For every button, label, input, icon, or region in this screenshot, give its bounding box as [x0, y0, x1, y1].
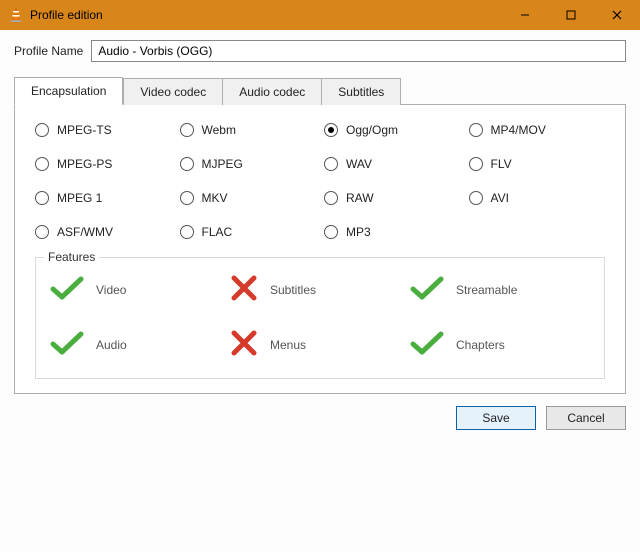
radio-label: MPEG 1 [57, 191, 102, 205]
vlc-cone-icon [8, 7, 24, 23]
radio-label: MPEG-PS [57, 157, 112, 171]
feature-label: Streamable [456, 283, 517, 297]
radio-label: MP3 [346, 225, 371, 239]
radio-mpeg-ts[interactable]: MPEG-TS [35, 123, 172, 137]
radio-circle-icon [35, 157, 49, 171]
radio-label: FLAC [202, 225, 233, 239]
radio-webm[interactable]: Webm [180, 123, 317, 137]
radio-avi[interactable]: AVI [469, 191, 606, 205]
minimize-button[interactable] [502, 0, 548, 30]
feature-label: Video [96, 283, 126, 297]
radio-flac[interactable]: FLAC [180, 225, 317, 239]
titlebar: Profile edition [0, 0, 640, 30]
tab-strip: EncapsulationVideo codecAudio codecSubti… [14, 76, 626, 104]
tab-video-codec[interactable]: Video codec [123, 78, 222, 105]
feature-chapters: Chapters [410, 329, 590, 360]
profile-name-input[interactable] [91, 40, 626, 62]
radio-mp3[interactable]: MP3 [324, 225, 461, 239]
close-button[interactable] [594, 0, 640, 30]
radio-label: RAW [346, 191, 374, 205]
maximize-button[interactable] [548, 0, 594, 30]
radio-label: AVI [491, 191, 509, 205]
check-icon [50, 275, 84, 304]
radio-circle-icon [180, 225, 194, 239]
tab-subtitles[interactable]: Subtitles [321, 78, 401, 105]
radio-mpeg-ps[interactable]: MPEG-PS [35, 157, 172, 171]
check-icon [50, 330, 84, 359]
radio-circle-icon [469, 191, 483, 205]
tab-audio-codec[interactable]: Audio codec [222, 78, 321, 105]
feature-label: Audio [96, 338, 127, 352]
profile-name-row: Profile Name [14, 40, 626, 62]
radio-label: Webm [202, 123, 236, 137]
features-grid: Video Subtitles Streamable Audio Menus Chapte… [50, 274, 590, 360]
tab-encapsulation[interactable]: Encapsulation [14, 77, 123, 105]
radio-circle-icon [35, 123, 49, 137]
radio-mkv[interactable]: MKV [180, 191, 317, 205]
check-icon [410, 275, 444, 304]
feature-audio: Audio [50, 329, 230, 360]
radio-mp4-mov[interactable]: MP4/MOV [469, 123, 606, 137]
radio-mpeg-1[interactable]: MPEG 1 [35, 191, 172, 205]
radio-label: MPEG-TS [57, 123, 112, 137]
radio-wav[interactable]: WAV [324, 157, 461, 171]
radio-label: WAV [346, 157, 372, 171]
radio-label: MJPEG [202, 157, 243, 171]
radio-label: ASF/WMV [57, 225, 113, 239]
feature-streamable: Streamable [410, 274, 590, 305]
profile-name-label: Profile Name [14, 44, 83, 58]
feature-label: Subtitles [270, 283, 316, 297]
window-title: Profile edition [30, 8, 103, 22]
radio-circle-icon [180, 123, 194, 137]
radio-asf-wmv[interactable]: ASF/WMV [35, 225, 172, 239]
cancel-button[interactable]: Cancel [546, 406, 626, 430]
cross-icon [230, 274, 258, 305]
radio-circle-icon [324, 157, 338, 171]
feature-label: Menus [270, 338, 306, 352]
radio-circle-icon [35, 225, 49, 239]
radio-mjpeg[interactable]: MJPEG [180, 157, 317, 171]
radio-circle-icon [180, 157, 194, 171]
feature-video: Video [50, 274, 230, 305]
radio-circle-icon [324, 225, 338, 239]
radio-ogg-ogm[interactable]: Ogg/Ogm [324, 123, 461, 137]
radio-circle-icon [469, 157, 483, 171]
features-groupbox: Features VideoSubtitlesStreamableAudioMe… [35, 257, 605, 379]
radio-circle-icon [180, 191, 194, 205]
dialog-buttons: Save Cancel [0, 394, 640, 442]
check-icon [410, 330, 444, 359]
radio-circle-icon [469, 123, 483, 137]
radio-label: Ogg/Ogm [346, 123, 398, 137]
radio-circle-icon [324, 191, 338, 205]
encapsulation-options: MPEG-TS Webm Ogg/Ogm MP4/MOV MPEG-PS MJPEG WAV… [35, 123, 605, 239]
cross-icon [230, 329, 258, 360]
radio-label: MKV [202, 191, 228, 205]
radio-label: FLV [491, 157, 512, 171]
radio-flv[interactable]: FLV [469, 157, 606, 171]
feature-menus: Menus [230, 329, 410, 360]
radio-raw[interactable]: RAW [324, 191, 461, 205]
radio-label: MP4/MOV [491, 123, 546, 137]
radio-circle-icon [35, 191, 49, 205]
features-legend: Features [44, 250, 99, 264]
feature-label: Chapters [456, 338, 505, 352]
encapsulation-panel: MPEG-TS Webm Ogg/Ogm MP4/MOV MPEG-PS MJPEG WAV… [14, 104, 626, 394]
save-button[interactable]: Save [456, 406, 536, 430]
radio-circle-icon [324, 123, 338, 137]
feature-subtitles: Subtitles [230, 274, 410, 305]
